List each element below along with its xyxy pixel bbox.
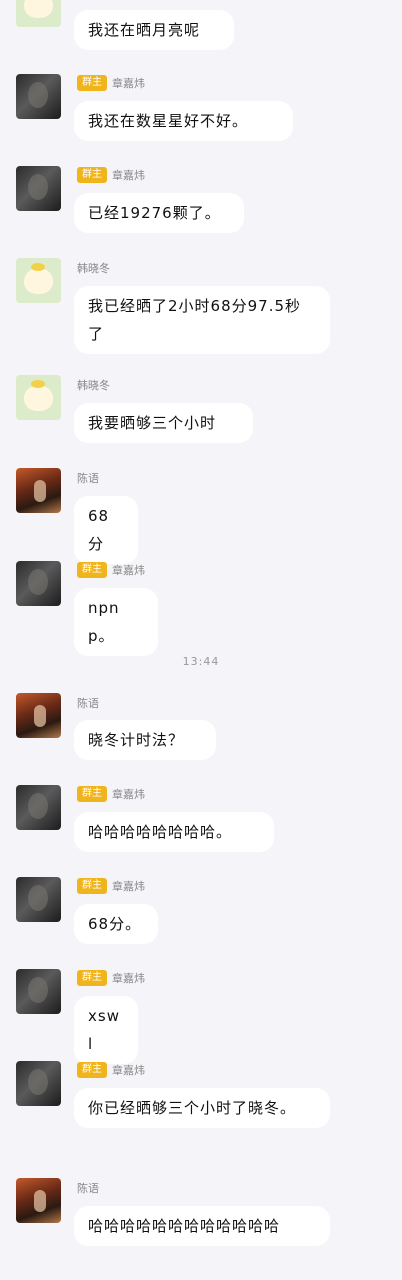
message-text: 我要晒够三个小时 <box>88 414 217 432</box>
message-text: 哈哈哈哈哈哈哈哈。 <box>88 823 233 841</box>
sender-name: 章嘉炜 <box>112 972 145 985</box>
dark-portrait-avatar[interactable] <box>16 561 61 606</box>
owner-badge: 群主 <box>77 1062 107 1078</box>
timestamp-divider: 13:44 <box>182 655 220 668</box>
photo-avatar[interactable] <box>16 1178 61 1223</box>
owner-badge: 群主 <box>77 970 107 986</box>
message-bubble[interactable]: 68分 <box>74 496 138 564</box>
message-bubble[interactable]: 我还在晒月亮呢 <box>74 10 234 50</box>
owner-badge: 群主 <box>77 878 107 894</box>
message-bubble[interactable]: 哈哈哈哈哈哈哈哈。 <box>74 812 274 852</box>
message-bubble[interactable]: 我要晒够三个小时 <box>74 403 253 443</box>
sender-name: 章嘉炜 <box>112 564 145 577</box>
sender-name: 章嘉炜 <box>112 880 145 893</box>
sender-name: 韩晓冬 <box>77 379 110 392</box>
sender-name: 陈语 <box>77 1182 99 1195</box>
sheep-avatar[interactable] <box>16 375 61 420</box>
dark-portrait-avatar[interactable] <box>16 969 61 1014</box>
message-bubble[interactable]: 我已经晒了2小时68分97.5秒了 <box>74 286 330 354</box>
photo-avatar[interactable] <box>16 468 61 513</box>
message-text: 68分 <box>88 507 110 553</box>
message-text: 你已经晒够三个小时了晓冬。 <box>88 1099 297 1117</box>
sheep-avatar[interactable] <box>16 0 61 27</box>
message-text: 我还在数星星好不好。 <box>88 112 249 130</box>
message-bubble[interactable]: xswl <box>74 996 138 1064</box>
owner-badge: 群主 <box>77 167 107 183</box>
message-bubble[interactable]: 我还在数星星好不好。 <box>74 101 293 141</box>
dark-portrait-avatar[interactable] <box>16 74 61 119</box>
message-bubble[interactable]: npnp。 <box>74 588 158 656</box>
owner-badge: 群主 <box>77 75 107 91</box>
message-bubble[interactable]: 已经19276颗了。 <box>74 193 244 233</box>
photo-avatar[interactable] <box>16 693 61 738</box>
message-bubble[interactable]: 你已经晒够三个小时了晓冬。 <box>74 1088 330 1128</box>
owner-badge: 群主 <box>77 786 107 802</box>
message-text: npnp。 <box>88 599 120 645</box>
owner-badge: 群主 <box>77 562 107 578</box>
sender-name: 韩晓冬 <box>77 262 110 275</box>
message-text: 我还在晒月亮呢 <box>88 21 201 39</box>
sender-name: 章嘉炜 <box>112 169 145 182</box>
message-bubble[interactable]: 哈哈哈哈哈哈哈哈哈哈哈哈 <box>74 1206 330 1246</box>
message-text: 已经19276颗了。 <box>88 204 221 222</box>
message-text: 我已经晒了2小时68分97.5秒了 <box>88 297 302 343</box>
sheep-avatar[interactable] <box>16 258 61 303</box>
sender-name: 陈语 <box>77 472 99 485</box>
message-bubble[interactable]: 68分。 <box>74 904 158 944</box>
message-text: 晓冬计时法？ <box>88 731 185 749</box>
dark-portrait-avatar[interactable] <box>16 785 61 830</box>
message-text: xswl <box>88 1007 120 1053</box>
message-text: 哈哈哈哈哈哈哈哈哈哈哈哈 <box>88 1217 281 1235</box>
message-text: 68分。 <box>88 915 142 933</box>
dark-portrait-avatar[interactable] <box>16 877 61 922</box>
dark-portrait-avatar[interactable] <box>16 1061 61 1106</box>
message-bubble[interactable]: 晓冬计时法？ <box>74 720 216 760</box>
sender-name: 章嘉炜 <box>112 1064 145 1077</box>
sender-name: 章嘉炜 <box>112 788 145 801</box>
sender-name: 章嘉炜 <box>112 77 145 90</box>
dark-portrait-avatar[interactable] <box>16 166 61 211</box>
sender-name: 陈语 <box>77 697 99 710</box>
